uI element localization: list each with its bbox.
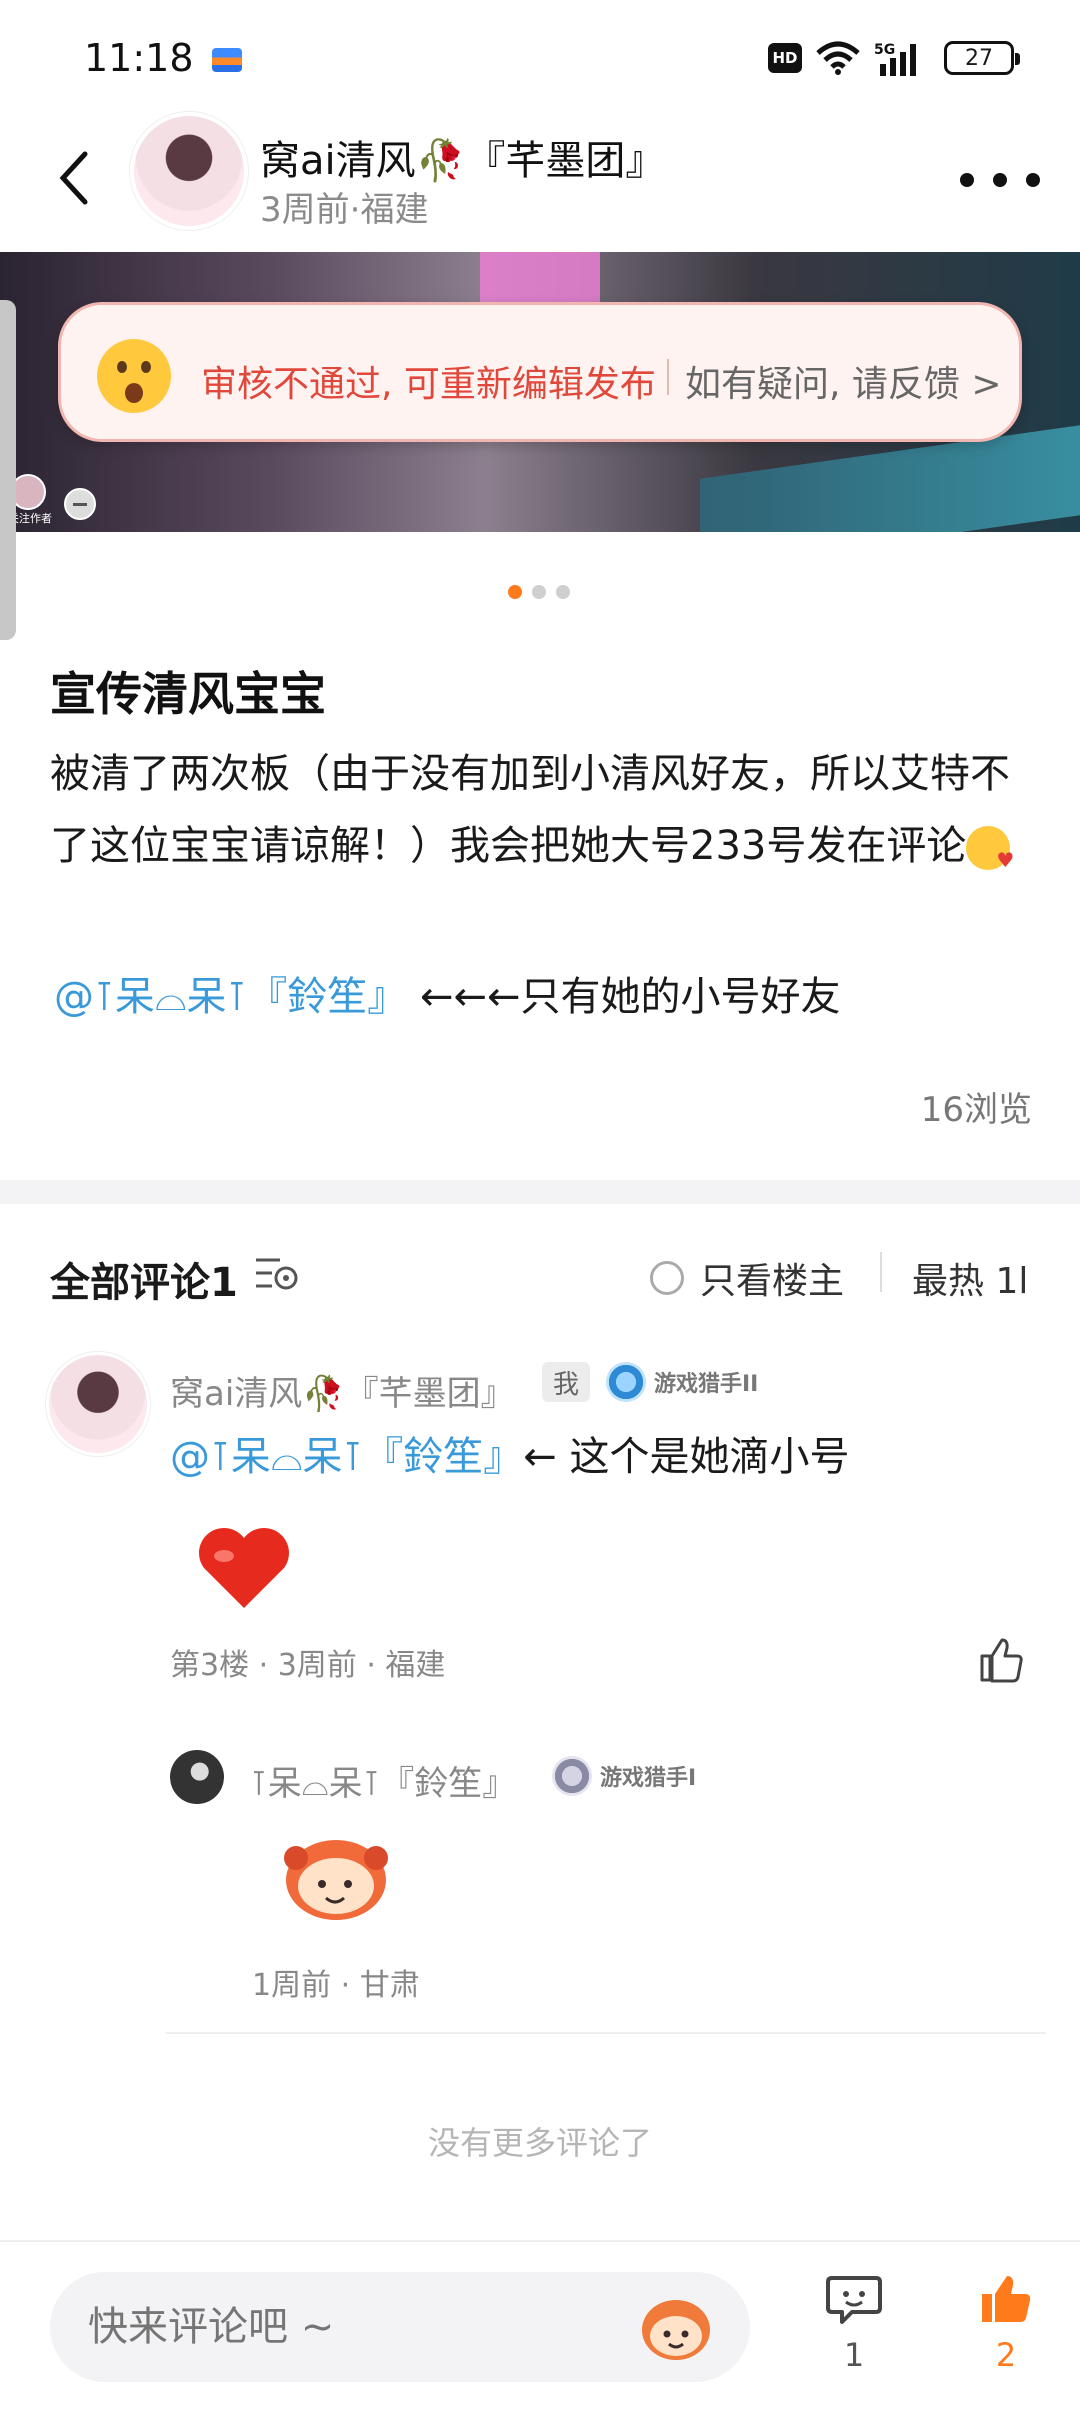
bottom-action-bar: 1 2: [0, 2240, 1080, 2412]
radio-icon: [650, 1261, 684, 1295]
reply-avatar[interactable]: [170, 1750, 224, 1804]
more-dot-icon: [1026, 173, 1040, 187]
thumbs-up-icon[interactable]: [976, 1634, 1026, 1684]
reply-meta: 1周前 · 甘肃: [252, 1968, 420, 2003]
chevron-left-icon: [59, 151, 88, 205]
signal-icon: 5G: [874, 42, 916, 76]
back-button[interactable]: [44, 148, 104, 208]
me-tag: 我: [542, 1362, 590, 1402]
comment-avatar[interactable]: [46, 1352, 150, 1456]
divider: [880, 1252, 882, 1292]
like-count-button[interactable]: 2: [966, 2272, 1046, 2374]
divider: [166, 2032, 1046, 2034]
comment-meta: 第3楼 · 3周前 · 福建: [170, 1648, 446, 1683]
heart-sticker-icon: [199, 1528, 289, 1608]
hd-icon: HD: [768, 43, 802, 73]
post-meta: 3周前·福建: [260, 190, 429, 230]
section-divider: [0, 1180, 1080, 1204]
thumbs-up-filled-icon: [982, 2276, 1031, 2322]
author-avatar[interactable]: [130, 112, 248, 230]
feedback-link[interactable]: 如有疑问, 请反馈 >: [685, 355, 1002, 407]
network-type-label: 5G: [874, 42, 895, 58]
badge-label: 游戏猎手II: [654, 1372, 759, 1397]
more-dot-icon: [960, 173, 974, 187]
emoji-picker-icon[interactable]: [636, 2292, 716, 2364]
status-time: 11:18: [84, 36, 194, 80]
battery-icon: 27: [944, 41, 1020, 75]
like-count: 2: [995, 2336, 1017, 2374]
page-dot: [532, 585, 546, 599]
character-sticker-icon: [284, 1840, 388, 1920]
comment-author[interactable]: 窝ai清风🥀『芊墨团』: [170, 1366, 515, 1415]
page-dot-active: [508, 585, 522, 599]
divider: [667, 359, 669, 395]
only-author-toggle[interactable]: 只看楼主: [650, 1252, 844, 1304]
side-handle[interactable]: [0, 300, 16, 640]
comment-text: @⊺呆⌓呆⊺『鈴笙』← 这个是她滴小号: [170, 1424, 850, 1482]
review-status-text: 审核不通过, 可重新编辑发布: [201, 364, 656, 405]
filter-list-icon[interactable]: [254, 1254, 300, 1292]
author-name[interactable]: 窝ai清风🥀『芊墨团』: [260, 128, 665, 186]
user-level-badge: 游戏猎手II: [606, 1362, 758, 1402]
post-header: 窝ai清风🥀『芊墨团』 3周前·福建: [0, 110, 1080, 252]
status-indicators: HD 5G 27: [768, 40, 1020, 76]
post-title: 宣传清风宝宝: [50, 667, 326, 721]
more-dot-icon: [993, 173, 1007, 187]
sort-hot-button[interactable]: 最热 1l: [912, 1252, 1028, 1304]
wifi-icon: [816, 41, 860, 75]
post-body-text: 被清了两次板（由于没有加到小清风好友，所以艾特不了这位宝宝请谅解！）我会把她大号…: [50, 751, 1010, 869]
no-more-comments: 没有更多评论了: [427, 2124, 652, 2162]
post-body: 被清了两次板（由于没有加到小清风好友，所以艾特不了这位宝宝请谅解！）我会把她大号…: [50, 738, 1040, 896]
page-dot: [556, 585, 570, 599]
badge-icon: [552, 1756, 592, 1796]
more-options-button[interactable]: [960, 160, 1040, 200]
only-author-label: 只看楼主: [700, 1261, 845, 1302]
comment-body: ← 这个是她滴小号: [523, 1434, 850, 1480]
review-failed-notice[interactable]: 审核不通过, 可重新编辑发布 如有疑问, 请反馈 >: [58, 302, 1022, 442]
image-pagination: [508, 585, 570, 599]
user-mention-link[interactable]: @⊺呆⌓呆⊺『鈴笙』: [54, 974, 407, 1020]
worried-face-icon: [97, 339, 171, 413]
minus-circle-icon[interactable]: [64, 488, 96, 520]
comments-title: 全部评论1: [50, 1260, 238, 1306]
badge-label: 游戏猎手I: [600, 1766, 697, 1791]
user-mention-link[interactable]: @⊺呆⌓呆⊺『鈴笙』: [170, 1434, 523, 1480]
mention-suffix: ←←←只有她的小号好友: [407, 974, 841, 1020]
comment-count-button[interactable]: 1: [814, 2272, 894, 2374]
view-count: 16浏览: [920, 1090, 1032, 1130]
chat-bubble-icon: [826, 2276, 882, 2324]
user-level-badge: 游戏猎手I: [552, 1756, 696, 1796]
app-notification-icon: [212, 48, 242, 72]
post-mention-line: @⊺呆⌓呆⊺『鈴笙』 ←←←只有她的小号好友: [54, 964, 841, 1022]
kiss-emoji-icon: [966, 824, 1014, 896]
badge-icon: [606, 1362, 646, 1402]
comment-count: 1: [843, 2336, 865, 2374]
reply-author[interactable]: ⊺呆⌓呆⊺『鈴笙』: [250, 1756, 516, 1805]
status-bar: 11:18 HD 5G 27: [0, 0, 1080, 120]
